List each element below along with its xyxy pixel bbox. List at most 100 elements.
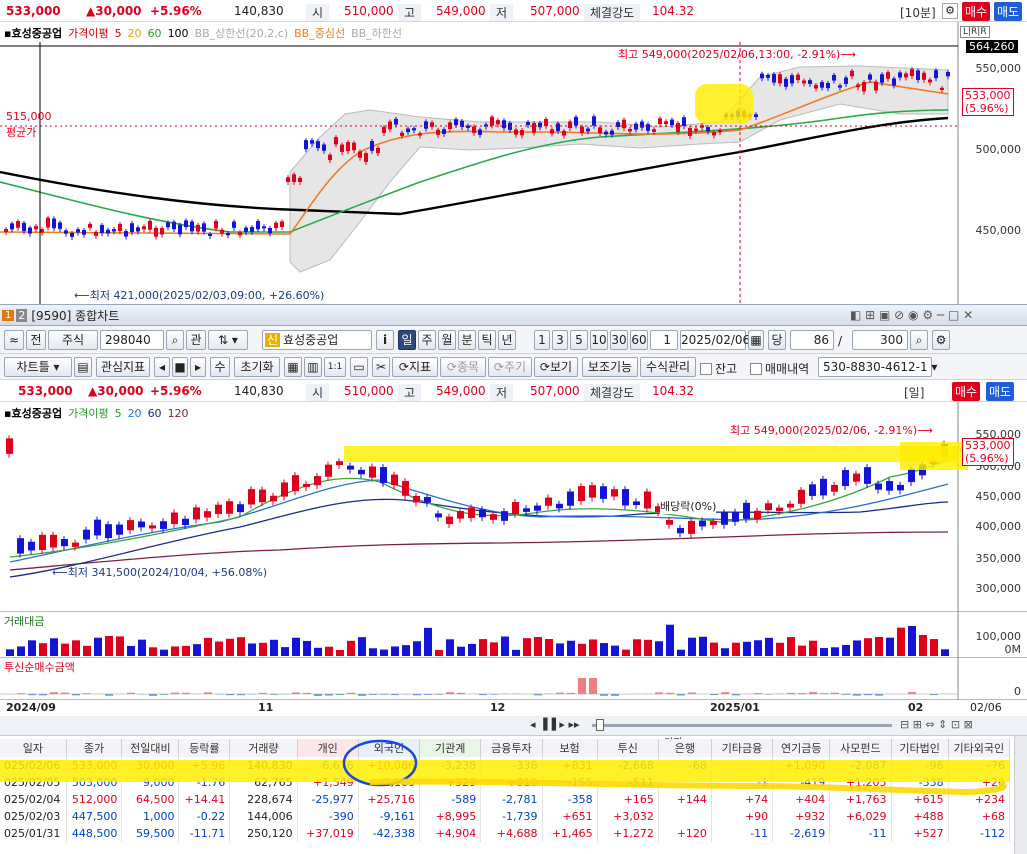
period-year[interactable]: 년 xyxy=(498,330,516,350)
date-input[interactable]: 2025/02/06 xyxy=(680,330,750,350)
stop-icon[interactable]: ■ xyxy=(172,357,188,377)
trade-history-check-box[interactable] xyxy=(750,362,762,375)
gwan-button[interactable]: 관 xyxy=(186,330,206,350)
window-menu-icon[interactable]: 2 xyxy=(16,308,28,322)
calendar-icon[interactable]: ▦ xyxy=(748,330,764,350)
header-11[interactable]: 은행 xyxy=(658,739,712,757)
header-1[interactable]: 종가 xyxy=(66,739,123,757)
cycle-button[interactable]: ⟳주기 xyxy=(488,357,532,377)
rise-fall-icon[interactable]: ⇅ ▾ xyxy=(208,330,248,350)
interval-3[interactable]: 3 xyxy=(552,330,568,350)
info-button[interactable]: i xyxy=(376,330,394,350)
stock-name-field[interactable]: 신 효성중공업 xyxy=(262,330,372,350)
period-day[interactable]: 일 xyxy=(398,330,416,350)
daily-chart-panel[interactable]: ▪효성중공업 가격이평 5 20 60 120 최고 549,000(2025/… xyxy=(0,402,1027,612)
scroll-nav-icons[interactable]: ◂ ▐▐ ▸ ▸▸ xyxy=(530,718,580,731)
table-cell: -2,619 xyxy=(772,825,831,842)
market-select[interactable]: 주식 xyxy=(48,330,98,350)
period-week[interactable]: 주 xyxy=(418,330,436,350)
gear-icon[interactable]: ⚙ xyxy=(932,330,950,350)
window-titlebar[interactable]: 1 2 [9590] 종합차트 ◧ ⊞ ▣ ⊘ ◉ ⚙ ─ □ ✕ xyxy=(0,304,1027,326)
assist-button[interactable]: 보조기능 xyxy=(582,357,638,377)
candle xyxy=(802,80,806,84)
header-8[interactable]: 금융투자 xyxy=(480,739,543,757)
header-13[interactable]: 연기금등 xyxy=(772,739,831,757)
header-2[interactable]: 전일대비 xyxy=(121,739,180,757)
volume-panel[interactable]: 거래대금 100,000 0M xyxy=(0,612,1027,658)
ratio-button[interactable]: 1:1 xyxy=(324,357,346,377)
dang-button[interactable]: 당 xyxy=(768,330,786,350)
candle xyxy=(784,78,788,87)
header-14[interactable]: 사모펀드 xyxy=(829,739,892,757)
zoom-slider-handle[interactable] xyxy=(596,719,604,731)
scissors-icon[interactable]: ✂ xyxy=(372,357,390,377)
reset-button[interactable]: 초기화 xyxy=(234,357,280,377)
header-16[interactable]: 기타외국인 xyxy=(948,739,1011,757)
zoom-slider[interactable] xyxy=(592,724,892,727)
window-tool-icons[interactable]: ◧ ⊞ ▣ ⊘ ◉ ⚙ ─ □ ✕ xyxy=(850,308,973,322)
bars-input[interactable]: 86 xyxy=(790,330,834,350)
watch-indicator-button[interactable]: 관심지표 xyxy=(96,357,150,377)
view-button[interactable]: ⟳보기 xyxy=(534,357,578,377)
trust-net-buy-panel[interactable]: 투신순매수금액 0 xyxy=(0,658,1027,700)
layout-icon[interactable]: ▥ xyxy=(304,357,322,377)
total-input[interactable]: 300 xyxy=(852,330,908,350)
interval-60[interactable]: 60 xyxy=(630,330,648,350)
intraday-chart-panel[interactable]: ▪효성중공업 가격이평 5 20 60 100 BB_상한선(20,2,c) B… xyxy=(0,22,1027,304)
candle xyxy=(898,72,902,78)
period-month[interactable]: 월 xyxy=(438,330,456,350)
interval-5[interactable]: 5 xyxy=(570,330,588,350)
next-arrow-icon[interactable]: ▸ xyxy=(190,357,206,377)
candle xyxy=(214,220,218,229)
table-cell xyxy=(658,808,712,825)
period-tick[interactable]: 틱 xyxy=(478,330,496,350)
item-button[interactable]: ⟳종목 xyxy=(440,357,486,377)
prev-arrow-icon[interactable]: ◂ xyxy=(154,357,170,377)
header-12[interactable]: 기타금융 xyxy=(711,739,774,757)
table-row[interactable]: 025/01/31 448,500 59,500 -11.71 250,120 +37,0… xyxy=(0,825,1011,842)
top-period[interactable]: [10분] xyxy=(900,4,936,21)
zoom-icon[interactable]: ⌕ xyxy=(910,330,928,350)
balance-checkbox[interactable]: 잔고 xyxy=(700,360,737,377)
table-row[interactable]: 025/02/03 447,500 1,000 -0.22 144,006 -390 -9,… xyxy=(0,808,1011,825)
collapse-button[interactable]: ≈ xyxy=(4,330,24,350)
header-3[interactable]: 등락률 xyxy=(178,739,231,757)
candle xyxy=(238,232,242,236)
count-input[interactable]: 1 xyxy=(650,330,678,350)
gear-icon[interactable]: ⚙ xyxy=(942,3,958,19)
zoom-buttons[interactable]: ⊟ ⊞ ⇔ ⇕ ⊡ ⊠ xyxy=(900,718,973,731)
main-period[interactable]: [일] xyxy=(904,384,924,401)
trade-history-checkbox[interactable]: 매매내역 xyxy=(750,360,809,377)
main-sell-button[interactable]: 매도 xyxy=(986,382,1015,401)
main-buy-button[interactable]: 매수 xyxy=(952,382,981,401)
candle xyxy=(149,525,156,529)
header-0[interactable]: 일자 xyxy=(0,739,67,757)
header-4[interactable]: 거래량 xyxy=(229,739,298,757)
indicator-button[interactable]: ⟳지표 xyxy=(392,357,438,377)
interval-30[interactable]: 30 xyxy=(610,330,628,350)
search-icon[interactable]: ⌕ xyxy=(166,330,184,350)
candle xyxy=(820,82,824,88)
header-10[interactable]: 투신 xyxy=(597,739,659,757)
account-select[interactable]: 530-8830-4612-1 ▾ xyxy=(818,357,937,377)
save-icon[interactable]: ▤ xyxy=(74,357,92,377)
table-scrollbar[interactable] xyxy=(1014,736,1027,854)
stock-code-input[interactable]: 298040 xyxy=(100,330,164,350)
grid-icon[interactable]: ▦ xyxy=(284,357,302,377)
sell-button[interactable]: 매도 xyxy=(994,2,1023,21)
interval-1[interactable]: 1 xyxy=(534,330,550,350)
header-15[interactable]: 기타법인 xyxy=(891,739,949,757)
candle xyxy=(826,82,830,89)
chart-style-icon[interactable]: ▭ xyxy=(350,357,368,377)
buy-button[interactable]: 매수 xyxy=(962,2,991,21)
chart-type-button[interactable]: 차트틀 ▾ xyxy=(4,357,72,377)
header-7[interactable]: 기관계 xyxy=(419,739,482,757)
su-button[interactable]: 수 xyxy=(210,357,230,377)
balance-check-box[interactable] xyxy=(700,362,712,375)
period-minute[interactable]: 분 xyxy=(458,330,476,350)
header-9[interactable]: 보험 xyxy=(542,739,598,757)
interval-10[interactable]: 10 xyxy=(590,330,608,350)
jeon-button[interactable]: 전 xyxy=(26,330,46,350)
volume-bar xyxy=(204,637,212,656)
formula-button[interactable]: 수식관리 xyxy=(640,357,696,377)
